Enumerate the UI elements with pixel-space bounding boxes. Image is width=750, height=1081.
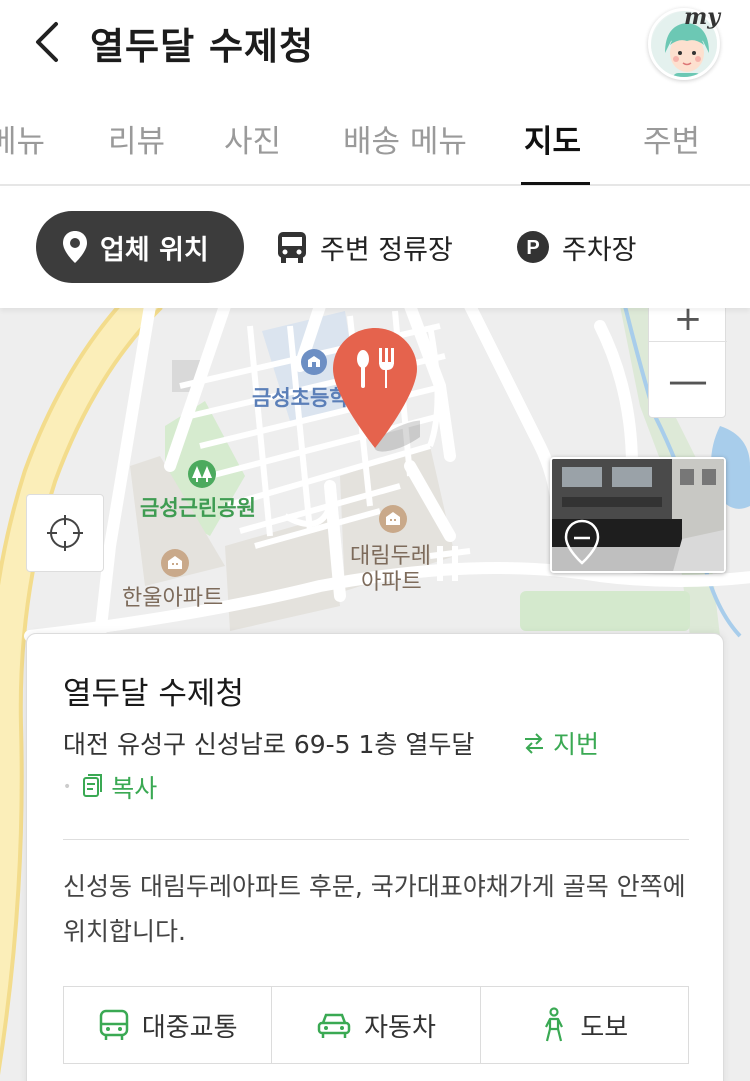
restaurant-marker[interactable]	[330, 326, 420, 456]
tab-delivery-menu[interactable]: 배송 메뉴	[343, 116, 467, 161]
bus-icon	[276, 230, 308, 264]
tab-bar: 메뉴 리뷰 사진 배송 메뉴 지도 주변	[0, 96, 750, 186]
chevron-left-icon	[36, 22, 58, 62]
place-description: 신성동 대림두레아파트 후문, 국가대표야채가게 골목 안쪽에 위치합니다.	[63, 872, 686, 946]
active-tab-indicator	[521, 182, 590, 185]
back-button[interactable]	[28, 20, 68, 64]
bus-icon	[98, 1008, 130, 1042]
tab-reviews[interactable]: 리뷰	[108, 116, 165, 161]
tab-map[interactable]: 지도	[524, 116, 581, 161]
chip-parking[interactable]: P 주차장	[516, 211, 637, 283]
map-label-park: 금성근린공원	[140, 496, 256, 520]
crosshair-icon	[47, 515, 83, 551]
app-header: 열두달 수제청 my	[0, 0, 750, 88]
public-transit-button[interactable]: 대중교통	[64, 987, 273, 1063]
park-icon	[188, 460, 216, 488]
place-info-card: 열두달 수제청 대전 유성구 신성남로 69-5 1층 열두달 지번 • 복사 …	[26, 633, 724, 1081]
school-icon	[301, 349, 327, 375]
zoom-out-button[interactable]: —	[649, 341, 727, 419]
apartment-icon	[379, 505, 407, 533]
place-name: 열두달 수제청	[63, 676, 244, 712]
tab-photos[interactable]: 사진	[224, 116, 281, 161]
jibun-toggle-button[interactable]: 지번	[521, 725, 599, 761]
bullet-dot: •	[63, 779, 72, 795]
copy-icon	[83, 774, 103, 797]
map-filter-chips: 업체 위치 주변 정류장 P 주차장	[0, 188, 750, 308]
map-label-hanul: 한울아파트	[122, 586, 224, 611]
walking-button[interactable]: 도보	[481, 987, 688, 1063]
svg-text:P: P	[526, 237, 539, 259]
directions-options: 대중교통 자동차 도보	[63, 986, 689, 1064]
car-icon	[316, 1010, 352, 1040]
zoom-controls: + —	[648, 306, 727, 419]
copy-label: 복사	[111, 774, 158, 803]
chip-nearby-stops[interactable]: 주변 정류장	[276, 211, 453, 283]
profile-badge: my	[684, 4, 721, 30]
copy-address-button[interactable]: • 복사	[63, 769, 157, 805]
chip-label: 업체 위치	[100, 234, 209, 266]
tab-nearby[interactable]: 주변	[643, 116, 700, 161]
transit-label: 도보	[580, 1012, 629, 1043]
chip-label: 주변 정류장	[320, 234, 453, 266]
apartment-icon	[161, 549, 189, 577]
walking-icon	[540, 1007, 568, 1043]
place-address: 대전 유성구 신성남로 69-5 1층 열두달	[63, 730, 475, 759]
locate-me-button[interactable]	[26, 494, 104, 572]
plus-icon: +	[673, 306, 703, 339]
transit-label: 자동차	[364, 1012, 436, 1043]
tab-menu[interactable]: 메뉴	[0, 116, 45, 161]
page-title: 열두달 수제청	[90, 25, 315, 68]
roadview-thumbnail[interactable]	[550, 457, 726, 573]
map-label-daerim-line2: 아파트	[361, 570, 422, 595]
street-photo	[552, 459, 724, 571]
car-button[interactable]: 자동차	[272, 987, 481, 1063]
zoom-in-button[interactable]: +	[649, 306, 727, 339]
parking-icon: P	[516, 230, 550, 264]
divider	[63, 839, 689, 840]
chip-business-location[interactable]: 업체 위치	[36, 211, 244, 283]
transit-label: 대중교통	[141, 1012, 238, 1043]
jibun-label: 지번	[553, 730, 600, 759]
map-pin-icon	[62, 230, 88, 264]
swap-arrows-icon	[525, 733, 543, 754]
chip-label: 주차장	[562, 234, 637, 266]
